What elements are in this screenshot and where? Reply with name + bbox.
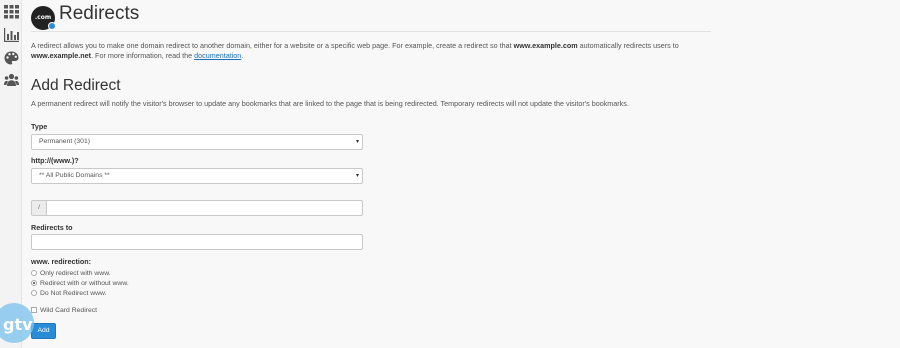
www-redirection-label: www. redirection: xyxy=(31,257,92,266)
radio-label: Do Not Redirect www. xyxy=(40,290,107,297)
redirects-to-input[interactable] xyxy=(31,234,363,250)
chevron-down-icon: ▾ xyxy=(355,173,359,179)
checkbox-label: Wild Card Redirect xyxy=(40,307,98,314)
page-header: .com Redirects xyxy=(31,3,711,32)
example-source-domain: www.example.com xyxy=(513,41,578,50)
redirect-arrow-icon xyxy=(48,22,56,30)
documentation-link[interactable]: documentation xyxy=(194,51,241,60)
chevron-down-icon: ▾ xyxy=(355,139,359,145)
intro-text: A redirect allows you to make one domain… xyxy=(31,41,701,61)
radio-only-with-www[interactable]: Only redirect with www. xyxy=(31,270,111,277)
radio-button[interactable] xyxy=(31,290,37,296)
domain-select[interactable]: ** All Public Domains ** ▾ xyxy=(31,168,363,184)
intro-text-part: automatically redirects users to xyxy=(577,41,679,50)
domain-label: http://(www.)? xyxy=(31,156,79,165)
radio-with-or-without-www[interactable]: Redirect with or without www. xyxy=(31,280,129,287)
type-label: Type xyxy=(31,122,48,131)
add-redirect-heading: Add Redirect xyxy=(31,77,121,94)
radio-label: Only redirect with www. xyxy=(40,270,111,277)
radio-button[interactable] xyxy=(31,270,37,276)
radio-button[interactable] xyxy=(31,280,37,286)
intro-text-part: . For more information, read the xyxy=(91,51,195,60)
palette-icon[interactable] xyxy=(4,51,19,65)
intro-text-part: A redirect allows you to make one domain… xyxy=(31,41,514,50)
radio-label: Redirect with or without www. xyxy=(40,280,129,287)
type-select[interactable]: Permanent (301) ▾ xyxy=(31,134,363,150)
users-icon[interactable] xyxy=(4,73,19,87)
redirects-to-label: Redirects to xyxy=(31,223,73,232)
example-target-domain: www.example.net xyxy=(31,51,92,60)
page-title: Redirects xyxy=(59,3,140,24)
radio-do-not-redirect-www[interactable]: Do Not Redirect www. xyxy=(31,290,106,297)
path-input-group: / xyxy=(31,200,363,216)
intro-text-part: . xyxy=(241,51,244,60)
path-prefix: / xyxy=(32,201,47,215)
wildcard-redirect-checkbox[interactable]: Wild Card Redirect xyxy=(31,307,97,314)
checkbox[interactable] xyxy=(31,307,37,313)
domain-logo-text: .com xyxy=(34,14,52,21)
add-button[interactable]: Add xyxy=(31,323,56,339)
type-select-value: Permanent (301) xyxy=(39,138,91,145)
sidebar xyxy=(0,0,22,348)
bar-chart-icon[interactable] xyxy=(4,28,19,42)
domain-select-value: ** All Public Domains ** xyxy=(39,172,110,179)
grid-icon[interactable] xyxy=(4,5,19,19)
domain-logo: .com xyxy=(31,6,56,30)
add-redirect-description: A permanent redirect will notify the vis… xyxy=(31,99,629,108)
path-input[interactable] xyxy=(48,201,362,215)
